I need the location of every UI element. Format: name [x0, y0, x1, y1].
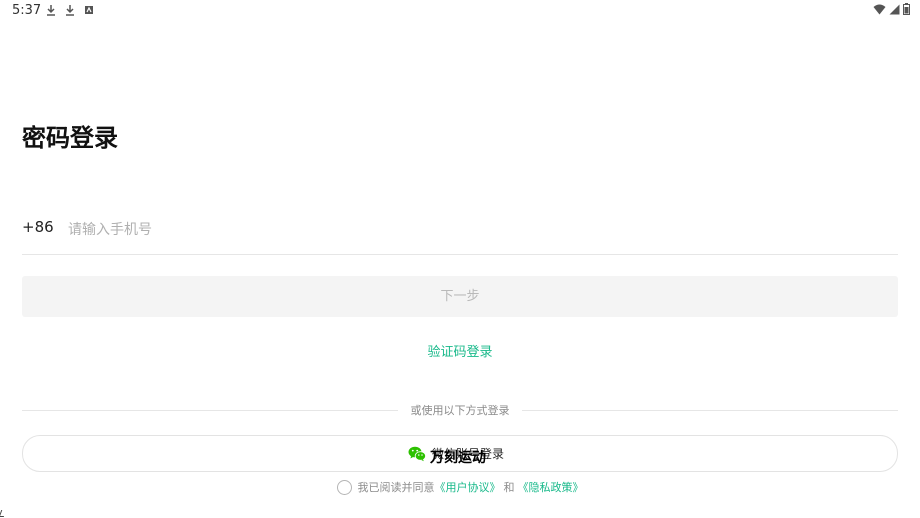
agreement-prefix: 我已阅读并同意	[357, 481, 435, 494]
login-page: 5:37 密码登录 +86 请输入手机号 下一步 验证码登录 或使用以下方式登录…	[0, 0, 920, 518]
divider: 或使用以下方式登录	[22, 401, 898, 419]
signal-icon	[889, 4, 900, 14]
battery-icon	[903, 3, 910, 15]
wifi-icon	[873, 4, 886, 14]
phone-input[interactable]	[66, 214, 850, 246]
status-icons-right	[873, 3, 910, 15]
page-title: 密码登录	[22, 124, 118, 152]
user-agreement-link[interactable]: 《用户协议》	[435, 479, 501, 495]
corner-mark	[0, 510, 7, 517]
agreement-and: 和	[503, 481, 515, 494]
wechat-label-wrap: 微信账号登录 万刻运动	[430, 445, 512, 466]
wechat-icon	[408, 446, 426, 461]
agree-checkbox[interactable]	[336, 479, 352, 495]
country-code[interactable]: +86	[22, 218, 54, 236]
status-bar: 5:37	[0, 0, 920, 22]
status-icons-left	[46, 4, 94, 16]
next-button[interactable]: 下一步	[22, 276, 898, 317]
privacy-policy-link[interactable]: 《隐私政策》	[518, 479, 584, 495]
wechat-button-content: 微信账号登录 万刻运动	[23, 436, 897, 471]
download-icon	[47, 5, 55, 16]
notification-icon	[85, 6, 93, 14]
divider-line-right	[522, 410, 898, 411]
status-time: 5:37	[12, 3, 42, 18]
phone-row: +86	[22, 210, 898, 255]
wechat-login-button[interactable]: 微信账号登录 万刻运动	[22, 435, 898, 472]
app-name-overlay: 万刻运动	[430, 449, 486, 466]
agreement-row: 我已阅读并同意 《用户协议》 和 《隐私政策》	[0, 479, 920, 495]
sms-login-link[interactable]: 验证码登录	[0, 341, 920, 360]
download-icon	[66, 5, 74, 16]
